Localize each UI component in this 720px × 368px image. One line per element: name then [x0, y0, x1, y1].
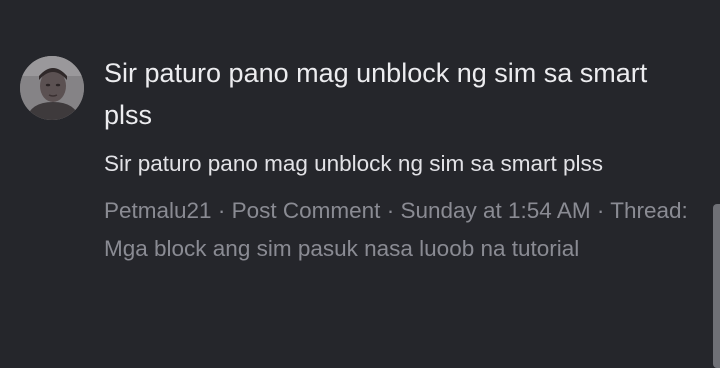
result-meta: Petmalu21 · Post Comment · Sunday at 1:5…: [104, 192, 694, 268]
user-avatar-icon: [20, 56, 84, 120]
scrollbar[interactable]: [713, 204, 720, 368]
search-results-page: Sir paturo pano mag unblock ng sim sa sm…: [0, 0, 720, 368]
thread-link[interactable]: Mga block ang sim pasuk nasa luoob na tu…: [104, 236, 579, 261]
result-snippet: Sir paturo pano mag unblock ng sim sa sm…: [104, 151, 603, 176]
result-title-link[interactable]: Sir paturo pano mag unblock ng sim sa sm…: [104, 52, 684, 136]
timestamp: Sunday at 1:54 AM: [400, 198, 591, 223]
author-link[interactable]: Petmalu21: [104, 198, 212, 223]
meta-separator: ·: [217, 198, 226, 223]
content-type-label: Post Comment: [231, 198, 381, 223]
avatar[interactable]: [20, 56, 84, 120]
meta-separator: ·: [596, 198, 605, 223]
thread-label: Thread:: [610, 198, 688, 223]
search-result-item[interactable]: Sir paturo pano mag unblock ng sim sa sm…: [0, 0, 720, 368]
meta-separator: ·: [386, 198, 395, 223]
